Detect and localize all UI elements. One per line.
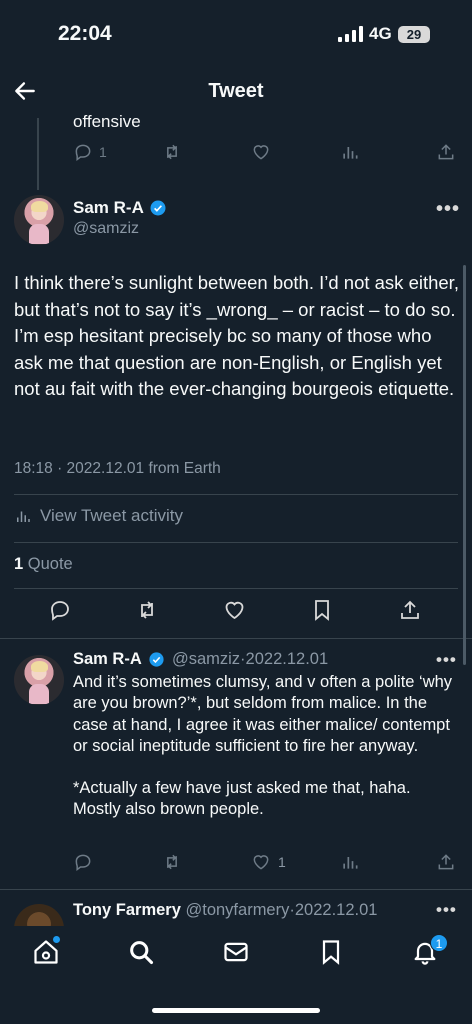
- network-type: 4G: [369, 24, 392, 43]
- avatar[interactable]: [14, 195, 64, 245]
- more-options-icon[interactable]: •••: [436, 198, 460, 221]
- verified-badge-icon: [150, 200, 166, 216]
- nav-search[interactable]: [127, 938, 155, 966]
- quote-label: Quote: [27, 555, 73, 573]
- reply-text-paragraph: *Actually a few have just asked me that,…: [73, 779, 411, 819]
- third-more-options-icon[interactable]: •••: [436, 900, 457, 920]
- reply-text-paragraph: And it’s sometimes clumsy, and v often a…: [73, 673, 453, 755]
- nav-home[interactable]: [32, 936, 60, 966]
- quote-number: 1: [14, 555, 24, 573]
- reply-more-options-icon[interactable]: •••: [436, 650, 457, 670]
- nav-messages[interactable]: [222, 938, 250, 966]
- reply-like-count: 1: [278, 854, 286, 870]
- mail-icon: [224, 942, 248, 962]
- third-author-line: Tony Farmery @tonyfarmery·2022.12.01: [73, 901, 377, 920]
- author-handle[interactable]: @samziz: [73, 220, 139, 238]
- analytics-icon: [343, 857, 358, 869]
- reply-button[interactable]: [48, 598, 72, 622]
- reply-reply-button[interactable]: [73, 852, 93, 872]
- scrollbar[interactable]: [463, 265, 466, 665]
- divider: [14, 542, 458, 543]
- tweet-actions: [0, 598, 472, 628]
- quote-count[interactable]: 1 Quote: [14, 555, 73, 574]
- heart-icon: [253, 855, 269, 870]
- nav-notifications[interactable]: 1: [411, 934, 448, 966]
- reply-activity-button[interactable]: [340, 852, 360, 872]
- share-icon: [401, 600, 419, 619]
- parent-share-button[interactable]: [436, 142, 456, 162]
- reply-author-line: Sam R-A @samziz·2022.12.01: [73, 650, 328, 669]
- third-date: 2022.12.01: [294, 901, 378, 919]
- page-title: Tweet: [208, 80, 264, 102]
- reply-share-button[interactable]: [436, 852, 456, 872]
- tweet-text: I think there’s sunlight between both. I…: [14, 272, 459, 399]
- parent-retweet-button[interactable]: [161, 142, 183, 162]
- analytics-icon: [343, 147, 358, 159]
- parent-reply-button[interactable]: 1: [73, 142, 107, 162]
- reply-actions: 1: [73, 852, 458, 874]
- author-line: Sam R-A: [73, 198, 167, 218]
- reply-avatar[interactable]: [14, 655, 64, 705]
- heart-icon: [253, 145, 269, 160]
- status-bar: 22:04 4G 29: [0, 0, 472, 70]
- reply-date: 2022.12.01: [245, 650, 329, 668]
- reply-icon: [75, 854, 91, 871]
- divider: [14, 494, 458, 495]
- reply-author-name[interactable]: Sam R-A: [73, 650, 142, 668]
- share-icon: [438, 854, 454, 870]
- home-indicator[interactable]: [152, 1008, 320, 1013]
- thread-line: [37, 118, 39, 190]
- verified-badge-icon: [149, 652, 164, 667]
- retweet-button[interactable]: [134, 598, 160, 622]
- home-unread-dot: [53, 936, 60, 943]
- third-author-handle[interactable]: @tonyfarmery: [186, 901, 290, 919]
- view-activity-label: View Tweet activity: [40, 506, 183, 525]
- share-button[interactable]: [398, 598, 422, 622]
- status-time: 22:04: [58, 22, 112, 45]
- share-icon: [438, 144, 454, 160]
- analytics-icon: [17, 511, 30, 522]
- retweet-icon: [167, 144, 177, 160]
- battery-indicator: 29: [398, 26, 430, 43]
- divider: [0, 638, 472, 639]
- reply-icon: [75, 144, 91, 161]
- reply-author-handle[interactable]: @samziz: [172, 650, 240, 668]
- signal-icon: [338, 26, 363, 42]
- third-author-name[interactable]: Tony Farmery: [73, 901, 181, 919]
- retweet-icon: [167, 854, 177, 870]
- like-button[interactable]: [222, 598, 247, 622]
- parent-like-button[interactable]: [250, 142, 272, 162]
- tweet-timestamp: 18:18 · 2022.12.01 from Earth: [14, 460, 221, 477]
- bookmark-button[interactable]: [310, 598, 334, 622]
- nav-bookmarks[interactable]: [317, 938, 345, 966]
- bookmark-icon: [315, 600, 329, 621]
- search-icon: [130, 941, 154, 965]
- author-name[interactable]: Sam R-A: [73, 198, 144, 218]
- reply-like-button[interactable]: 1: [250, 852, 286, 872]
- parent-actions: 1: [73, 142, 458, 166]
- parent-activity-button[interactable]: [340, 142, 360, 162]
- reply-retweet-button[interactable]: [161, 852, 183, 872]
- reply-icon: [51, 601, 69, 621]
- bookmark-icon: [322, 940, 340, 965]
- heart-icon: [225, 601, 244, 620]
- divider: [0, 889, 472, 890]
- divider: [14, 588, 458, 589]
- retweet-icon: [141, 601, 153, 619]
- parent-tweet-text: offensive: [73, 112, 141, 131]
- parent-reply-count: 1: [99, 144, 107, 160]
- reply-text: And it’s sometimes clumsy, and v often a…: [73, 672, 458, 821]
- view-activity-link[interactable]: View Tweet activity: [14, 506, 183, 526]
- notifications-badge: 1: [430, 934, 448, 952]
